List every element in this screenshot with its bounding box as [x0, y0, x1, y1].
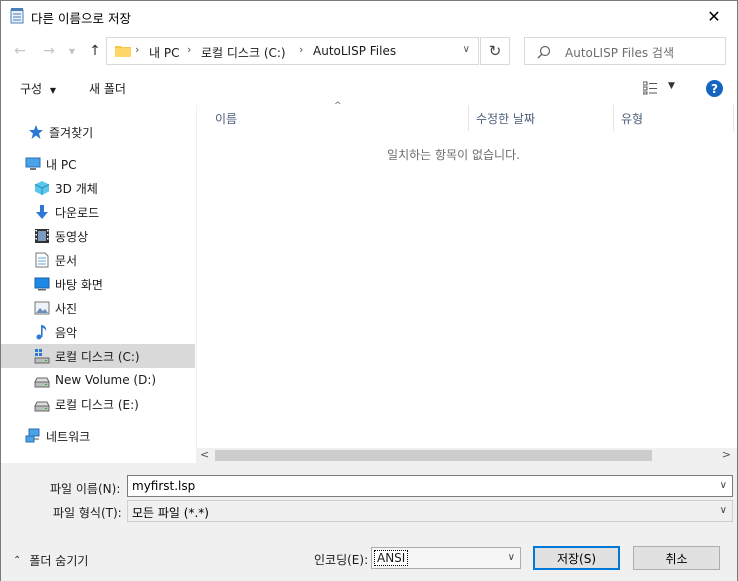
document-icon: [35, 252, 49, 268]
3d-objects-icon: [34, 181, 50, 195]
hide-folders-button[interactable]: ⌃ 폴더 숨기기: [13, 552, 88, 569]
forward-button[interactable]: →: [39, 41, 59, 61]
scroll-left-icon[interactable]: <: [200, 448, 209, 461]
hide-folders-label: 폴더 숨기기: [29, 554, 89, 568]
encoding-label: 인코딩(E):: [314, 553, 369, 567]
address-bar[interactable]: › 내 PC › 로컬 디스크 (C:) › AutoLISP Files ∨: [106, 37, 479, 65]
chevron-down-icon[interactable]: ∨: [720, 480, 727, 491]
chevron-right-icon: ›: [299, 43, 304, 56]
scrollbar-thumb[interactable]: [215, 450, 652, 461]
sidebar-item-videos[interactable]: 동영상: [1, 224, 195, 248]
computer-icon: [25, 157, 41, 170]
filetype-value: 모든 파일 (*.*): [132, 506, 209, 520]
organize-label: 구성: [20, 82, 43, 96]
breadcrumb-local-disk-c[interactable]: 로컬 디스크 (C:): [201, 44, 286, 61]
close-icon: ✕: [707, 6, 721, 26]
arrow-left-icon: ←: [14, 43, 26, 59]
back-button[interactable]: ←: [10, 41, 30, 61]
desktop-icon: [34, 277, 50, 291]
encoding-select[interactable]: ANSI ∨: [371, 547, 521, 569]
save-form: 파일 이름(N): myfirst.lsp ∨ 파일 형식(T): 모든 파일 …: [1, 463, 737, 581]
download-icon: [36, 205, 48, 219]
window-title: 다른 이름으로 저장: [31, 11, 131, 26]
filename-value: myfirst.lsp: [132, 479, 196, 493]
search-icon: [537, 45, 551, 59]
sidebar-item-downloads[interactable]: 다운로드: [1, 200, 195, 224]
encoding-value: ANSI: [374, 550, 409, 566]
drive-icon: [34, 377, 50, 388]
chevron-up-icon: ⌃: [13, 555, 22, 566]
notepad-icon: [10, 8, 24, 24]
search-input[interactable]: AutoLISP Files 검색: [524, 37, 726, 65]
sidebar-item-pictures[interactable]: 사진: [1, 296, 195, 320]
windows-drive-icon: [34, 349, 50, 364]
sidebar-item-documents[interactable]: 문서: [1, 248, 195, 272]
folder-icon: [115, 46, 131, 57]
filename-field[interactable]: myfirst.lsp ∨: [127, 475, 733, 497]
sidebar-item-this-pc[interactable]: 내 PC: [1, 152, 195, 176]
sidebar-item-local-disk-c[interactable]: 로컬 디스크 (C:): [1, 344, 195, 368]
column-divider[interactable]: [733, 105, 734, 131]
recent-locations-button[interactable]: ▼: [62, 41, 82, 61]
chevron-right-icon: ›: [187, 43, 192, 56]
sidebar-item-network[interactable]: 네트워크: [1, 424, 195, 448]
navigation-pane: 즐겨찾기 내 PC 3D 개체 다운로드 동영상 문서 바탕 화면 사진 음악 …: [1, 105, 195, 463]
filename-label: 파일 이름(N):: [50, 482, 121, 496]
star-icon: [29, 125, 43, 139]
save-button[interactable]: 저장(S): [533, 546, 620, 570]
sidebar-item-quick-access[interactable]: 즐겨찾기: [1, 120, 195, 144]
video-icon: [35, 229, 49, 243]
navigation-bar: ← → ▼ ↑ › 내 PC › 로컬 디스크 (C:) › AutoLISP …: [1, 33, 737, 69]
save-as-dialog: 다른 이름으로 저장 ✕ ← → ▼ ↑ › 내 PC › 로컬 디스크 (C:…: [0, 0, 738, 581]
column-header-name[interactable]: 이름: [207, 105, 468, 131]
new-folder-button[interactable]: 새 폴더: [89, 80, 126, 97]
chevron-right-icon: ›: [135, 43, 140, 56]
sidebar-item-local-disk-e[interactable]: 로컬 디스크 (E:): [1, 392, 195, 416]
empty-folder-message: 일치하는 항목이 없습니다.: [387, 148, 520, 162]
horizontal-scrollbar[interactable]: < >: [197, 448, 737, 463]
music-icon: [36, 325, 47, 340]
title-bar: 다른 이름으로 저장 ✕: [1, 1, 737, 31]
sidebar-item-new-volume-d[interactable]: New Volume (D:): [1, 368, 195, 392]
sidebar-item-3d-objects[interactable]: 3D 개체: [1, 176, 195, 200]
organize-menu[interactable]: 구성 ▼: [20, 80, 56, 97]
sidebar-item-music[interactable]: 음악: [1, 320, 195, 344]
search-placeholder: AutoLISP Files 검색: [565, 46, 674, 60]
help-icon[interactable]: ?: [706, 80, 723, 97]
cancel-button[interactable]: 취소: [633, 546, 720, 570]
filetype-label: 파일 형식(T):: [53, 506, 122, 520]
chevron-down-icon[interactable]: ∨: [463, 44, 470, 55]
network-icon: [25, 428, 40, 443]
chevron-down-icon: ∨: [719, 505, 727, 516]
command-toolbar: 구성 ▼ 새 폴더 ▼ ?: [1, 71, 737, 105]
column-header-type[interactable]: 유형: [613, 105, 733, 131]
file-list[interactable]: ^ 이름 수정한 날짜 유형 일치하는 항목이 없습니다. < >: [197, 101, 737, 463]
scroll-right-icon[interactable]: >: [722, 448, 731, 461]
refresh-button[interactable]: ↻: [480, 37, 510, 65]
pictures-icon: [34, 301, 50, 315]
breadcrumb-autolisp-files[interactable]: AutoLISP Files: [313, 44, 396, 58]
view-dropdown-icon[interactable]: ▼: [668, 81, 675, 91]
dropdown-arrow-icon: ▼: [49, 86, 57, 95]
refresh-icon: ↻: [488, 42, 502, 60]
arrow-up-icon: ↑: [89, 43, 101, 59]
breadcrumb-this-pc[interactable]: 내 PC: [149, 44, 179, 61]
drive-icon: [34, 401, 50, 412]
column-header-date-modified[interactable]: 수정한 날짜: [468, 105, 613, 131]
close-button[interactable]: ✕: [691, 1, 737, 31]
filetype-select[interactable]: 모든 파일 (*.*) ∨: [127, 500, 733, 522]
view-options-icon[interactable]: [643, 81, 661, 95]
chevron-down-icon: ▼: [68, 46, 76, 56]
sidebar-item-desktop[interactable]: 바탕 화면: [1, 272, 195, 296]
up-button[interactable]: ↑: [85, 41, 105, 61]
chevron-down-icon: ∨: [507, 552, 515, 563]
arrow-right-icon: →: [43, 43, 55, 59]
